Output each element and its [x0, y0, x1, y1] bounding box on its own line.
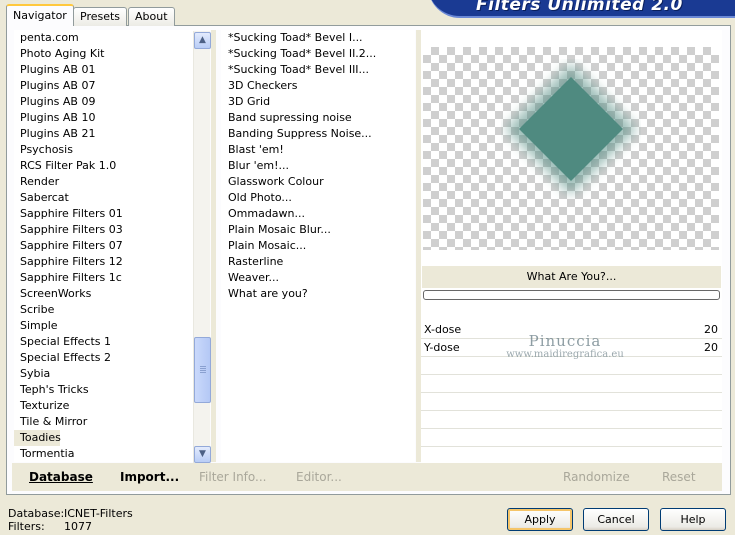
filter-item[interactable]: Plain Mosaic Blur...	[221, 222, 415, 238]
preview-image	[423, 47, 719, 250]
category-list[interactable]: penta.com Photo Aging Kit Plugins AB 01 Plu…	[14, 30, 194, 462]
randomize-button[interactable]: Randomize	[563, 470, 630, 484]
category-item[interactable]: Special Effects 1	[14, 334, 194, 350]
preview-diamond	[519, 77, 623, 181]
brand-title: Filters Unlimited 2.0	[476, 0, 683, 15]
tab-navigator[interactable]: Navigator	[6, 4, 74, 26]
editor-button[interactable]: Editor...	[296, 470, 342, 484]
category-item[interactable]: Simple	[14, 318, 194, 334]
filter-info-button[interactable]: Filter Info...	[199, 470, 266, 484]
scroll-down-button[interactable]: ▼	[194, 446, 211, 463]
category-item[interactable]: ScreenWorks	[14, 286, 194, 302]
tab-presets[interactable]: Presets	[73, 7, 128, 26]
reset-button[interactable]: Reset	[662, 470, 696, 484]
category-item[interactable]: Tormentia	[14, 446, 194, 462]
filters-info: Filters: 1077	[8, 520, 92, 533]
param-label: X-dose	[424, 323, 462, 336]
category-scrollbar[interactable]: ▲ ▼	[193, 31, 211, 463]
scroll-thumb[interactable]	[194, 337, 211, 403]
param-row-empty	[421, 429, 722, 447]
filters-value: 1077	[64, 520, 92, 533]
param-row-empty	[421, 411, 722, 429]
param-row-y-dose[interactable]: Y-dose 20	[421, 339, 722, 357]
filter-item[interactable]: Band supressing noise	[221, 110, 415, 126]
category-item[interactable]: Sapphire Filters 03	[14, 222, 194, 238]
category-item[interactable]: Psychosis	[14, 142, 194, 158]
param-row-empty	[421, 357, 722, 375]
category-item[interactable]: Plugins AB 09	[14, 94, 194, 110]
scroll-up-button[interactable]: ▲	[194, 32, 211, 49]
category-item[interactable]: Sybia	[14, 366, 194, 382]
filter-item[interactable]: 3D Grid	[221, 94, 415, 110]
category-item[interactable]: Tile & Mirror	[14, 414, 194, 430]
database-value: ICNET-Filters	[64, 507, 133, 520]
database-label: Database:	[8, 507, 65, 520]
filter-item[interactable]: Blur 'em!...	[221, 158, 415, 174]
category-item[interactable]: Sapphire Filters 07	[14, 238, 194, 254]
param-row-empty	[421, 375, 722, 393]
category-item[interactable]: Render	[14, 174, 194, 190]
parameter-list: X-dose 20 Y-dose 20	[421, 321, 722, 465]
category-item[interactable]: RCS Filter Pak 1.0	[14, 158, 194, 174]
category-item[interactable]: Photo Aging Kit	[14, 46, 194, 62]
filter-item[interactable]: *Sucking Toad* Bevel I...	[221, 30, 415, 46]
filter-item[interactable]: Ommadawn...	[221, 206, 415, 222]
category-item[interactable]: Sapphire Filters 12	[14, 254, 194, 270]
category-item[interactable]: penta.com	[14, 30, 194, 46]
filter-item[interactable]: Banding Suppress Noise...	[221, 126, 415, 142]
category-item[interactable]: Texturize	[14, 398, 194, 414]
category-item[interactable]: Plugins AB 01	[14, 62, 194, 78]
category-item[interactable]: Scribe	[14, 302, 194, 318]
apply-button[interactable]: Apply	[507, 508, 573, 531]
filters-label: Filters:	[8, 520, 45, 533]
import-button[interactable]: Import...	[120, 470, 179, 484]
filter-item[interactable]: *Sucking Toad* Bevel II.2...	[221, 46, 415, 62]
list-divider	[211, 30, 216, 462]
selected-filter-title: What Are You?...	[422, 266, 721, 288]
param-label: Y-dose	[424, 341, 460, 354]
filter-item[interactable]: *Sucking Toad* Bevel III...	[221, 62, 415, 78]
category-item[interactable]: Plugins AB 21	[14, 126, 194, 142]
category-item[interactable]: Toadies	[14, 430, 61, 446]
category-item[interactable]: Special Effects 2	[14, 350, 194, 366]
category-item[interactable]: Plugins AB 07	[14, 78, 194, 94]
category-item[interactable]: Teph's Tricks	[14, 382, 194, 398]
category-item[interactable]: Sapphire Filters 01	[14, 206, 194, 222]
progress-bar	[423, 290, 720, 300]
help-button[interactable]: Help	[660, 508, 726, 531]
filter-item[interactable]: Blast 'em!	[221, 142, 415, 158]
filter-list[interactable]: *Sucking Toad* Bevel I... *Sucking Toad* …	[221, 30, 415, 462]
database-info: Database:ICNET-Filters	[8, 507, 133, 520]
grip-icon	[200, 366, 206, 374]
filter-item[interactable]: What are you?	[221, 286, 415, 302]
cancel-button[interactable]: Cancel	[583, 508, 649, 531]
filter-item[interactable]: Old Photo...	[221, 190, 415, 206]
filter-item[interactable]: Glasswork Colour	[221, 174, 415, 190]
filter-item[interactable]: Rasterline	[221, 254, 415, 270]
category-item[interactable]: Sabercat	[14, 190, 194, 206]
filter-item[interactable]: Weaver...	[221, 270, 415, 286]
param-value[interactable]: 20	[704, 341, 718, 354]
category-item[interactable]: Sapphire Filters 1c	[14, 270, 194, 286]
param-row-empty	[421, 393, 722, 411]
param-value[interactable]: 20	[704, 323, 718, 336]
database-button[interactable]: Database	[29, 470, 93, 484]
category-item[interactable]: Plugins AB 10	[14, 110, 194, 126]
param-row-x-dose[interactable]: X-dose 20	[421, 321, 722, 339]
tab-about[interactable]: About	[128, 7, 175, 26]
filter-item[interactable]: Plain Mosaic...	[221, 238, 415, 254]
filter-item[interactable]: 3D Checkers	[221, 78, 415, 94]
